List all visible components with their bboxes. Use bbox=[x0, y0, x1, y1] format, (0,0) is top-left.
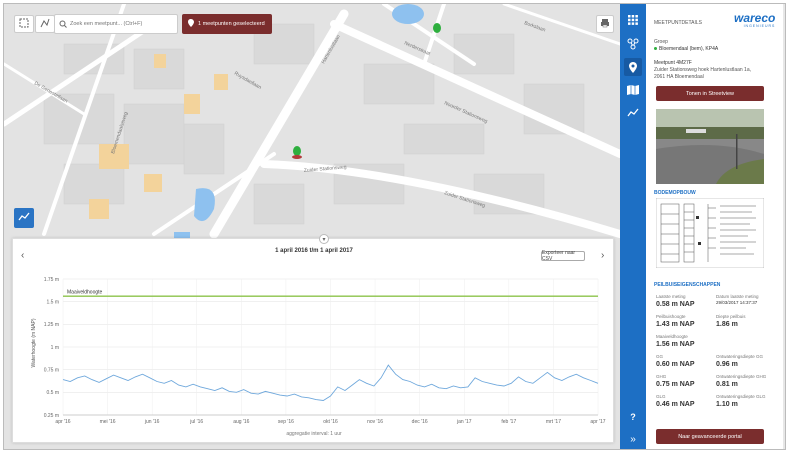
y-tick-label: 0.25 m bbox=[44, 413, 59, 419]
y-tick-label: 0.75 m bbox=[44, 367, 59, 373]
x-tick-label: apr '16 bbox=[55, 419, 70, 425]
y-tick-label: 1.75 m bbox=[44, 277, 59, 283]
address-line-2: 2061 HA Bloemendaal bbox=[654, 74, 704, 80]
x-tick-label: nov '16 bbox=[367, 419, 383, 425]
water-level-chart: Waterhoogte (m NAP) 0.25 m 0.5 m 0.75 m 1 m… bbox=[31, 277, 606, 425]
advanced-portal-button[interactable]: Naar geavanceerde portal bbox=[656, 429, 764, 444]
expand-icon[interactable]: » bbox=[624, 430, 642, 448]
print-icon bbox=[600, 15, 610, 33]
group-value: Bloemendaal (bem), KP4A bbox=[654, 46, 718, 52]
peilbuis-title: PEILBUISEIGENSCHAPPEN bbox=[654, 282, 721, 288]
details-panel: MEETPUNTDETAILS wareco INGENIEURS Groep … bbox=[646, 4, 783, 449]
x-tick-label: jul '16 bbox=[189, 419, 203, 425]
y-axis-label: Waterhoogte (m NAP) bbox=[31, 318, 37, 367]
x-tick-label: jun '16 bbox=[144, 419, 160, 425]
property-item: Ontwateringsdiepte GG 0.96 m bbox=[716, 354, 764, 368]
location-photo bbox=[656, 109, 764, 184]
graph-toggle-button[interactable] bbox=[14, 208, 34, 228]
app-frame: Hartenlustlaan Nerderstraat Noorder Stat… bbox=[3, 3, 786, 450]
status-dot bbox=[654, 47, 657, 50]
aggregation-interval: aggregatie interval: 1 uur bbox=[286, 431, 342, 437]
property-item: Ontwateringsdiepte GHG 0.81 m bbox=[716, 374, 767, 388]
search-input[interactable] bbox=[70, 21, 177, 27]
property-item: Diepte peilbuis 1.86 m bbox=[716, 314, 746, 328]
soil-profile-diagram bbox=[656, 198, 764, 268]
next-period-icon[interactable]: › bbox=[601, 250, 604, 261]
map-view[interactable]: Hartenlustlaan Nerderstraat Noorder Stat… bbox=[4, 4, 620, 449]
chart-panel: ▾ ‹ 1 april 2016 t/m 1 april 2017 Export… bbox=[12, 234, 614, 443]
location-pin-icon bbox=[188, 19, 194, 29]
select-area-button[interactable] bbox=[14, 15, 34, 33]
x-tick-label: apr '17 bbox=[590, 419, 605, 425]
search-box[interactable] bbox=[54, 14, 178, 34]
property-item: Maaiveldhoogte 1.56 m NAP bbox=[656, 334, 695, 348]
meetpunt-label: Meetpunt 4M27F bbox=[654, 60, 692, 66]
x-tick-label: feb '17 bbox=[501, 419, 516, 425]
x-tick-label: aug '16 bbox=[233, 419, 249, 425]
reference-line-label: Maaiveldhoogte bbox=[67, 290, 103, 296]
collapse-panel-button[interactable]: ▾ bbox=[319, 234, 329, 244]
export-csv-button[interactable]: Exporteer naar CSV bbox=[541, 250, 585, 262]
y-tick-label: 1.25 m bbox=[44, 322, 59, 328]
polyline-icon bbox=[40, 15, 50, 33]
property-item: GHG 0.75 m NAP bbox=[656, 374, 695, 388]
x-tick-label: mei '16 bbox=[100, 419, 116, 425]
bodemopbouw-title: BODEMOPBOUW bbox=[654, 190, 696, 196]
search-icon bbox=[59, 15, 67, 33]
x-tick-label: mrt '17 bbox=[546, 419, 561, 425]
select-icon bbox=[19, 15, 29, 33]
x-tick-label: okt '16 bbox=[323, 419, 338, 425]
property-item: Ontwateringsdiepte GLG 1.10 m bbox=[716, 394, 766, 408]
x-tick-label: sep '16 bbox=[278, 419, 294, 425]
map-icon[interactable] bbox=[624, 81, 642, 99]
property-item: Laatste meting 0.58 m NAP bbox=[656, 294, 695, 308]
y-tick-label: 0.5 m bbox=[46, 390, 59, 396]
property-item: Peilbuishoogte 1.43 m NAP bbox=[656, 314, 695, 328]
print-button[interactable] bbox=[596, 15, 614, 33]
x-tick-label: jan '17 bbox=[456, 419, 472, 425]
x-tick-label: dec '16 bbox=[412, 419, 428, 425]
graph-icon[interactable] bbox=[624, 104, 642, 122]
y-tick-label: 1.5 m bbox=[46, 299, 59, 305]
selected-points-label: 1 meetpunten geselecteerd bbox=[198, 21, 265, 27]
streetview-button[interactable]: Tonen in Streetview bbox=[656, 86, 764, 101]
selected-points-button[interactable]: 1 meetpunten geselecteerd bbox=[182, 14, 272, 34]
sidebar: ? » bbox=[620, 4, 646, 449]
draw-line-button[interactable] bbox=[35, 15, 55, 33]
group-label: Groep bbox=[654, 39, 668, 45]
property-item: Datum laatste meting 29/03/2017 14:37:37 bbox=[716, 294, 759, 305]
panel-header: MEETPUNTDETAILS bbox=[654, 20, 702, 26]
grid-icon[interactable] bbox=[624, 11, 642, 29]
location-pin-icon[interactable] bbox=[624, 58, 642, 76]
period-title: 1 april 2016 t/m 1 april 2017 bbox=[275, 248, 353, 254]
property-item: GG 0.60 m NAP bbox=[656, 354, 695, 368]
network-icon[interactable] bbox=[624, 35, 642, 53]
wareco-logo: wareco INGENIEURS bbox=[734, 11, 776, 28]
help-icon[interactable]: ? bbox=[624, 408, 642, 426]
y-tick-label: 1 m bbox=[51, 345, 59, 351]
address-line-1: Zuider Stationsweg hoek Hartenlustlaan 1… bbox=[654, 67, 752, 73]
graph-icon bbox=[18, 209, 30, 227]
property-item: GLG 0.46 m NAP bbox=[656, 394, 695, 408]
